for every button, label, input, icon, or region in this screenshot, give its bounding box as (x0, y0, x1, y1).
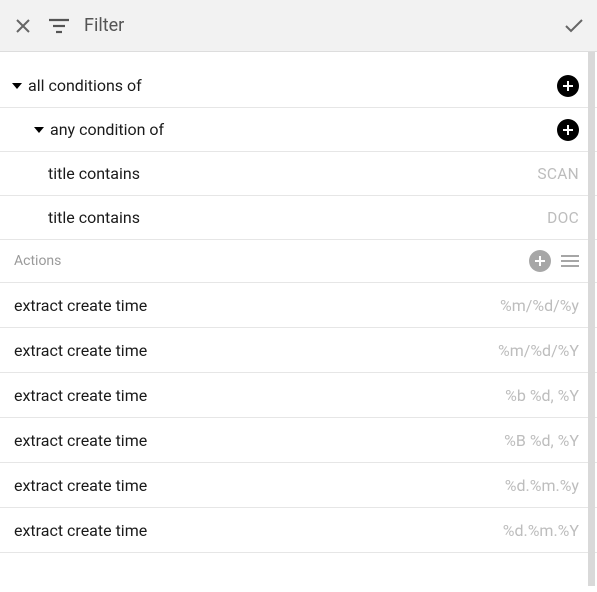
actions-label: Actions (14, 253, 61, 269)
chevron-down-icon[interactable] (34, 127, 44, 133)
action-value: %b %d, %Y (505, 386, 579, 405)
add-action-button[interactable] (529, 250, 551, 272)
action-label: extract create time (14, 521, 147, 540)
content-area: all conditions of any condition of title… (0, 52, 597, 592)
scrollbar[interactable] (588, 52, 595, 586)
action-value: %d.%m.%y (505, 476, 579, 495)
action-value: %m/%d/%y (500, 296, 579, 315)
action-row[interactable]: extract create time %m/%d/%Y (0, 328, 597, 373)
condition-label: title contains (48, 208, 140, 227)
actions-section-header: Actions (0, 240, 597, 283)
action-row[interactable]: extract create time %B %d, %Y (0, 418, 597, 463)
condition-label: title contains (48, 164, 140, 183)
action-row[interactable]: extract create time %m/%d/%y (0, 283, 597, 328)
add-condition-button[interactable] (557, 75, 579, 97)
condition-value: SCAN (537, 165, 579, 183)
action-value: %m/%d/%Y (498, 341, 579, 360)
group-label: any condition of (50, 120, 164, 139)
condition-group-any[interactable]: any condition of (0, 108, 597, 152)
header-bar: Filter (0, 0, 597, 52)
action-label: extract create time (14, 476, 147, 495)
filter-icon (48, 15, 70, 37)
reorder-icon[interactable] (561, 254, 579, 268)
condition-row[interactable]: title contains SCAN (0, 152, 597, 196)
confirm-icon[interactable] (563, 15, 585, 37)
action-label: extract create time (14, 386, 147, 405)
group-label: all conditions of (28, 76, 142, 95)
action-label: extract create time (14, 431, 147, 450)
add-condition-button[interactable] (557, 119, 579, 141)
action-row[interactable]: extract create time %d.%m.%y (0, 463, 597, 508)
condition-row[interactable]: title contains DOC (0, 196, 597, 240)
action-value: %B %d, %Y (504, 431, 579, 450)
action-label: extract create time (14, 341, 147, 360)
page-title: Filter (84, 15, 124, 36)
action-row[interactable]: extract create time %b %d, %Y (0, 373, 597, 418)
action-value: %d.%m.%Y (503, 521, 579, 540)
condition-group-all[interactable]: all conditions of (0, 64, 597, 108)
action-row[interactable]: extract create time %d.%m.%Y (0, 508, 597, 553)
condition-value: DOC (547, 209, 579, 227)
close-icon[interactable] (12, 15, 34, 37)
chevron-down-icon[interactable] (12, 83, 22, 89)
action-label: extract create time (14, 296, 147, 315)
